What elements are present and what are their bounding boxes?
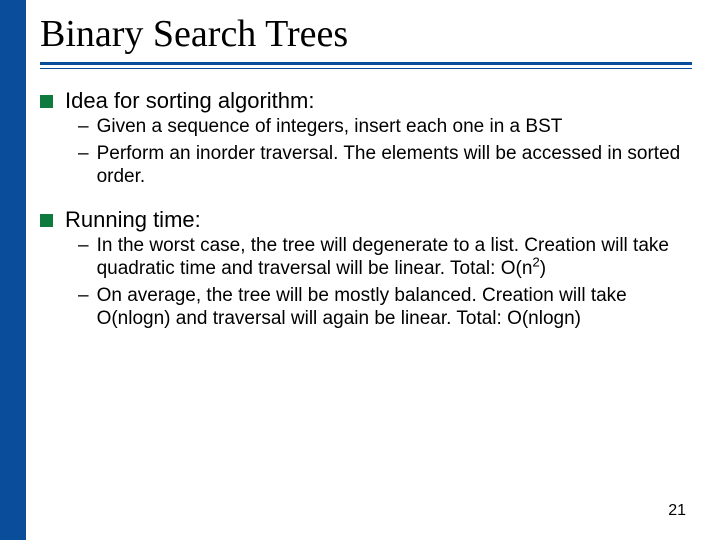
sub-bullet: – On average, the tree will be mostly ba… xyxy=(78,285,692,331)
sub-bullet: – In the worst case, the tree will degen… xyxy=(78,235,692,281)
left-accent-bar xyxy=(0,0,26,540)
sub-bullet-text: On average, the tree will be mostly bala… xyxy=(97,285,692,331)
bullet-1-text: Idea for sorting algorithm: xyxy=(65,88,692,114)
sub-bullet-text: Perform an inorder traversal. The elemen… xyxy=(97,143,692,189)
text-part: In the worst case, the tree will degener… xyxy=(97,235,669,279)
slide-body: Idea for sorting algorithm: – Given a se… xyxy=(40,88,692,330)
sub-bullet: – Perform an inorder traversal. The elem… xyxy=(78,143,692,189)
sub-bullet-text: In the worst case, the tree will degener… xyxy=(97,235,692,281)
dash-icon: – xyxy=(78,235,89,258)
dash-icon: – xyxy=(78,116,89,139)
page-number: 21 xyxy=(668,502,686,520)
bullet-2-sublist: – In the worst case, the tree will degen… xyxy=(78,235,692,330)
square-bullet-icon xyxy=(40,214,53,227)
sub-bullet-text: Given a sequence of integers, insert eac… xyxy=(97,116,692,139)
title-underline xyxy=(40,62,692,70)
bullet-1: Idea for sorting algorithm: xyxy=(40,88,692,114)
bullet-2: Running time: xyxy=(40,207,692,233)
slide-content: Binary Search Trees Idea for sorting alg… xyxy=(26,0,720,540)
text-part: ) xyxy=(540,258,546,279)
dash-icon: – xyxy=(78,143,89,166)
bullet-1-sublist: – Given a sequence of integers, insert e… xyxy=(78,116,692,188)
slide-title: Binary Search Trees xyxy=(40,12,692,56)
bullet-2-text: Running time: xyxy=(65,207,692,233)
square-bullet-icon xyxy=(40,95,53,108)
superscript: 2 xyxy=(532,255,539,270)
sub-bullet: – Given a sequence of integers, insert e… xyxy=(78,116,692,139)
dash-icon: – xyxy=(78,285,89,308)
